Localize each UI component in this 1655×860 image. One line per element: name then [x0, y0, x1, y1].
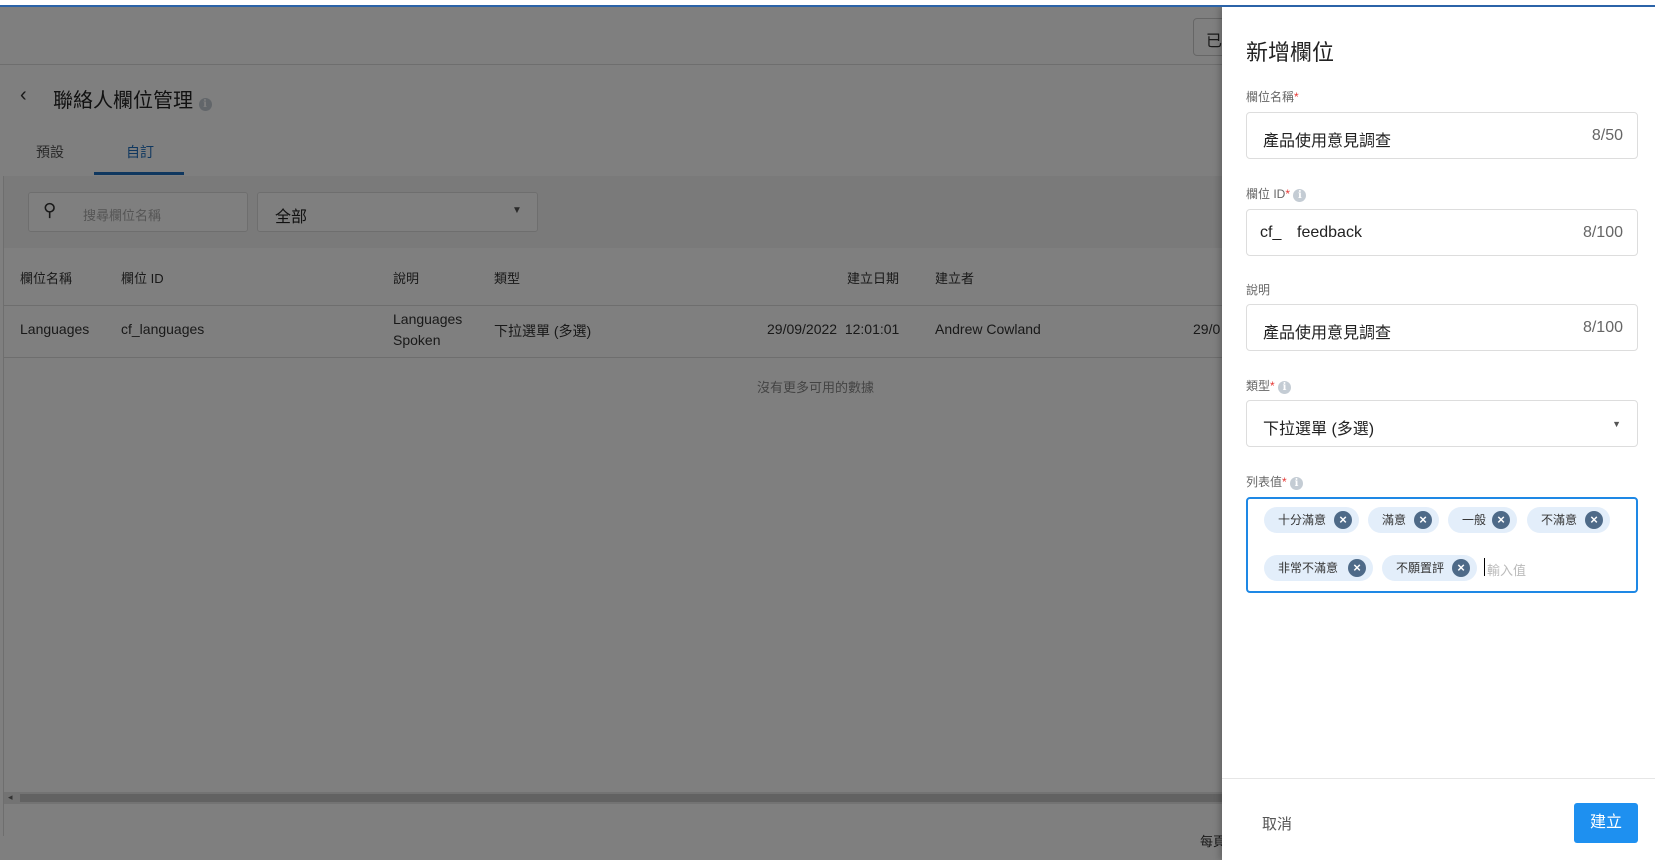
remove-tag-icon[interactable]: × — [1414, 511, 1432, 529]
remove-tag-icon[interactable]: × — [1585, 511, 1603, 529]
field-name-label: 欄位名稱* — [1246, 88, 1299, 105]
field-id-value: feedback — [1297, 224, 1362, 241]
remove-tag-icon[interactable]: × — [1452, 559, 1470, 577]
top-accent-line — [0, 5, 1655, 7]
text-cursor — [1484, 558, 1485, 576]
tag-chip: 一般 × — [1448, 507, 1517, 533]
cancel-button[interactable]: 取消 — [1262, 813, 1292, 834]
field-name-label-text: 欄位名稱 — [1246, 90, 1295, 104]
remove-tag-icon[interactable]: × — [1334, 511, 1352, 529]
required-mark: * — [1270, 379, 1275, 393]
field-name-counter: 8/50 — [1591, 127, 1623, 144]
type-label-text: 類型 — [1246, 379, 1271, 393]
info-icon[interactable]: i — [1290, 477, 1304, 490]
field-id-label-text: 欄位 ID — [1246, 187, 1286, 201]
field-id-label: 欄位 ID* i — [1246, 185, 1307, 202]
chevron-down-icon: ▼ — [1612, 419, 1621, 429]
type-select[interactable]: 下拉選單 (多選) ▼ — [1246, 400, 1638, 447]
info-icon[interactable]: i — [1293, 189, 1307, 202]
list-values-input[interactable]: 十分滿意 × 滿意 × 一般 × 不滿意 × 非常不滿意 × 不願置評 × 輸入值 — [1246, 497, 1638, 593]
field-id-prefix: cf_ — [1260, 224, 1282, 241]
tag-chip: 滿意 × — [1368, 507, 1439, 533]
footer-divider — [1222, 778, 1655, 779]
tag-label: 一般 — [1462, 513, 1487, 527]
required-mark: * — [1294, 90, 1299, 104]
tag-label: 滿意 — [1382, 513, 1407, 527]
field-id-input[interactable]: cf_ feedback 8/100 — [1246, 209, 1638, 256]
tag-label: 非常不滿意 — [1278, 561, 1339, 575]
tag-label: 不願置評 — [1396, 561, 1445, 575]
field-name-input[interactable]: 產品使用意見調查 8/50 — [1246, 112, 1638, 159]
field-name-value: 產品使用意見調查 — [1263, 133, 1392, 150]
list-values-label-text: 列表值 — [1246, 475, 1283, 489]
required-mark: * — [1282, 475, 1287, 489]
tag-label: 十分滿意 — [1278, 513, 1327, 527]
required-mark: * — [1285, 187, 1291, 201]
tag-chip: 不願置評 × — [1382, 555, 1477, 581]
description-value: 產品使用意見調查 — [1263, 325, 1392, 342]
tag-chip: 不滿意 × — [1527, 507, 1610, 533]
field-id-counter: 8/100 — [1582, 224, 1623, 241]
tag-label: 不滿意 — [1541, 513, 1578, 527]
tag-chip: 十分滿意 × — [1264, 507, 1359, 533]
info-icon[interactable]: i — [1278, 381, 1292, 394]
list-values-label: 列表值* i — [1246, 473, 1304, 490]
modal-backdrop[interactable] — [0, 0, 1222, 860]
tag-input-placeholder: 輸入值 — [1487, 563, 1527, 578]
remove-tag-icon[interactable]: × — [1348, 559, 1366, 577]
create-button[interactable]: 建立 — [1574, 803, 1638, 843]
drawer-title: 新增欄位 — [1246, 40, 1335, 65]
remove-tag-icon[interactable]: × — [1492, 511, 1510, 529]
tag-chip: 非常不滿意 × — [1264, 555, 1373, 581]
description-label: 說明 — [1246, 283, 1271, 297]
add-field-drawer: 新增欄位 欄位名稱* 產品使用意見調查 8/50 欄位 ID* i cf_ fe… — [1222, 7, 1655, 860]
type-label: 類型* i — [1246, 377, 1292, 394]
description-counter: 8/100 — [1582, 319, 1623, 336]
type-select-value: 下拉選單 (多選) — [1263, 421, 1375, 438]
description-input[interactable]: 產品使用意見調查 8/100 — [1246, 304, 1638, 351]
